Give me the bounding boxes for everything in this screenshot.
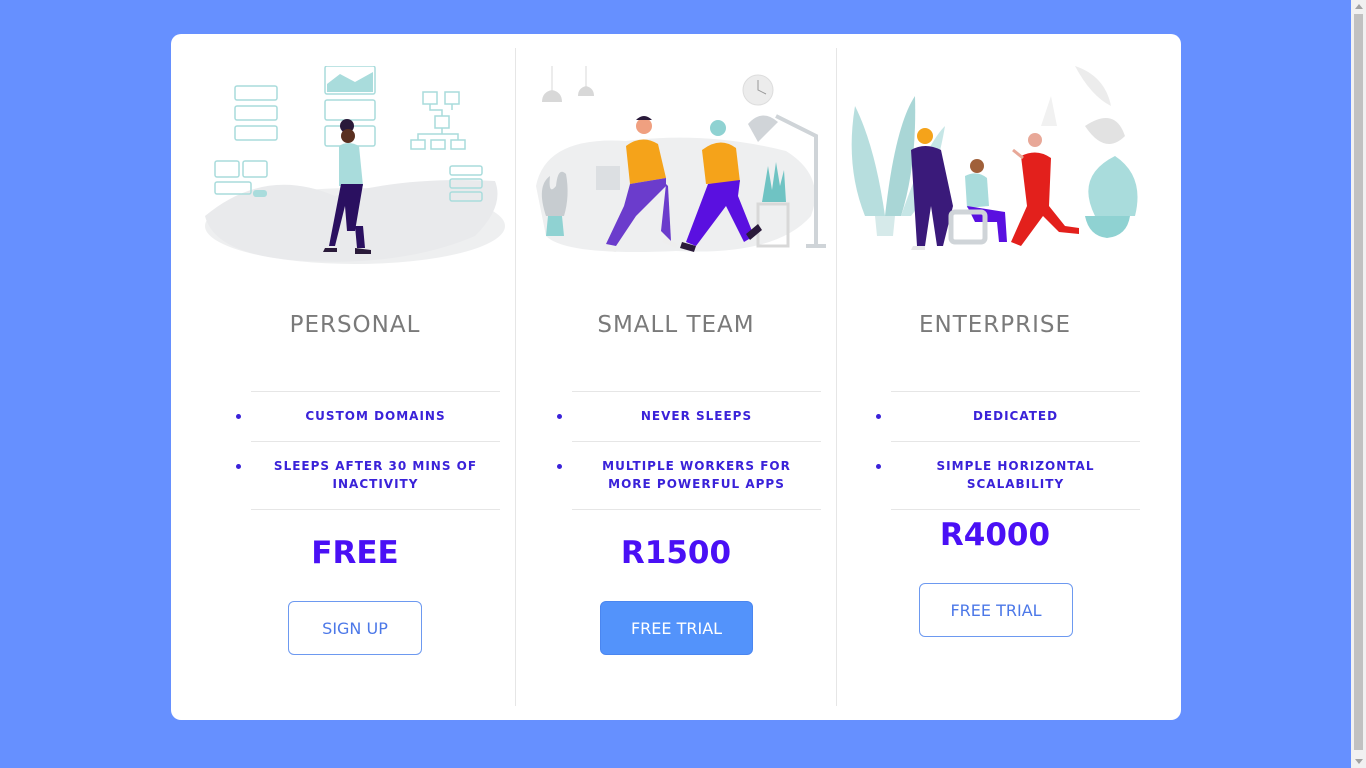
team-illustration-icon	[536, 66, 826, 252]
feature-list: NEVER SLEEPS MULTIPLE WORKERS FOR MORE P…	[557, 391, 821, 510]
list-item: MULTIPLE WORKERS FOR MORE POWERFUL APPS	[557, 442, 821, 510]
bullet-icon	[557, 464, 562, 469]
bullet-icon	[557, 414, 562, 419]
list-item: CUSTOM DOMAINS	[236, 392, 500, 442]
sign-up-button[interactable]: SIGN UP	[288, 601, 422, 655]
bullet-icon	[236, 464, 241, 469]
vertical-scrollbar[interactable]	[1351, 0, 1366, 768]
list-item: NEVER SLEEPS	[557, 392, 821, 442]
bullet-icon	[876, 464, 881, 469]
feature-text: CUSTOM DOMAINS	[305, 409, 446, 423]
list-item: SLEEPS AFTER 30 MINS OF INACTIVITY	[236, 442, 500, 510]
plan-enterprise: ENTERPRISE DEDICATED SIMPLE HORIZONTAL S…	[835, 48, 1155, 706]
personal-illustration-icon	[205, 66, 505, 264]
scrollbar-thumb[interactable]	[1354, 14, 1363, 750]
feature-text: NEVER SLEEPS	[640, 409, 753, 423]
plan-price: R1500	[620, 535, 732, 571]
page: PERSONAL CUSTOM DOMAINS SLEEPS AFTER 30 …	[0, 0, 1351, 768]
enterprise-illustration-icon	[851, 66, 1138, 250]
feature-text: MULTIPLE WORKERS FOR MORE POWERFUL APPS	[602, 459, 791, 491]
plan-title: ENTERPRISE	[918, 312, 1072, 338]
plan-price: R4000	[939, 517, 1051, 553]
free-trial-button[interactable]: FREE TRIAL	[919, 583, 1073, 637]
feature-list: CUSTOM DOMAINS SLEEPS AFTER 30 MINS OF I…	[236, 391, 500, 510]
feature-text: SIMPLE HORIZONTAL SCALABILITY	[936, 459, 1095, 491]
bullet-icon	[876, 414, 881, 419]
scroll-down-icon[interactable]	[1355, 759, 1363, 764]
list-item: SIMPLE HORIZONTAL SCALABILITY	[876, 442, 1140, 510]
feature-list: DEDICATED SIMPLE HORIZONTAL SCALABILITY	[876, 391, 1140, 510]
feature-text: DEDICATED	[972, 409, 1059, 423]
plan-title: PERSONAL	[289, 312, 421, 338]
list-item: DEDICATED	[876, 392, 1140, 442]
pricing-card: PERSONAL CUSTOM DOMAINS SLEEPS AFTER 30 …	[171, 34, 1181, 720]
plan-price: FREE	[311, 535, 399, 571]
plan-personal: PERSONAL CUSTOM DOMAINS SLEEPS AFTER 30 …	[195, 48, 515, 706]
bullet-icon	[236, 414, 241, 419]
scroll-up-icon[interactable]	[1355, 4, 1363, 9]
free-trial-button[interactable]: FREE TRIAL	[600, 601, 753, 655]
plan-title: SMALL TEAM	[597, 312, 755, 338]
feature-text: SLEEPS AFTER 30 MINS OF INACTIVITY	[273, 459, 478, 491]
plan-small-team: SMALL TEAM NEVER SLEEPS MULTIPLE WORKERS…	[515, 48, 837, 706]
